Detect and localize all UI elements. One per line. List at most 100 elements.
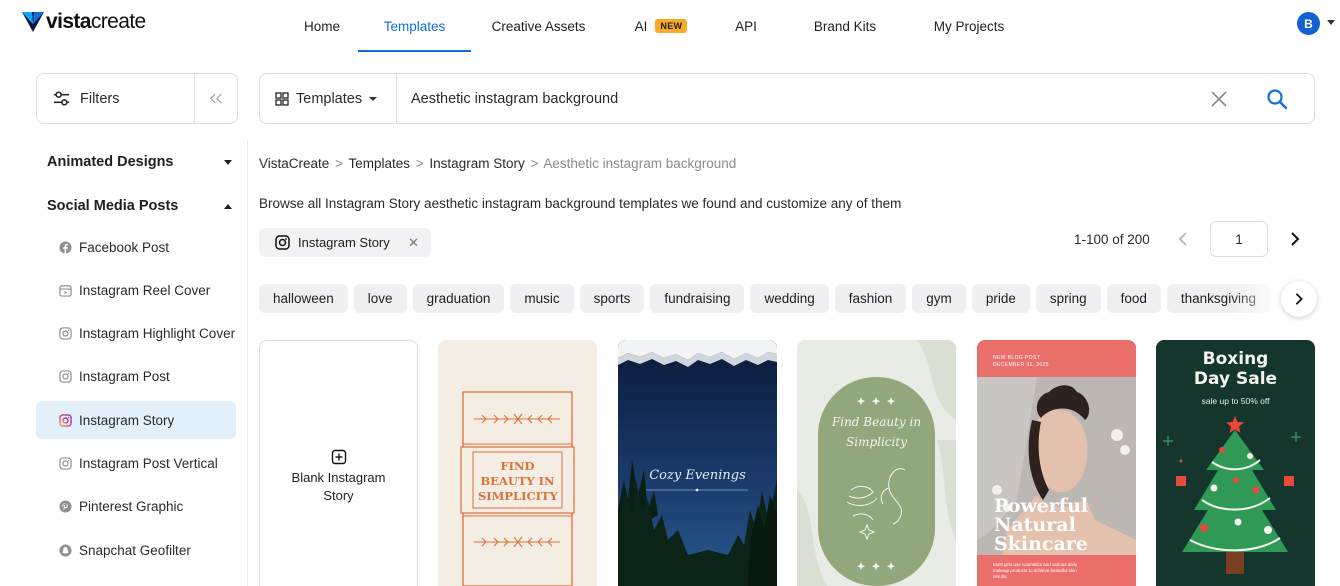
clear-search-icon[interactable] — [1209, 89, 1229, 109]
blank-template-card[interactable]: Blank Instagram Story — [259, 340, 418, 586]
filters-button[interactable]: Filters — [37, 74, 195, 123]
sidebar-item-facebook-post[interactable]: Facebook Post — [36, 228, 236, 266]
user-avatar[interactable]: B — [1297, 12, 1320, 35]
previous-page-icon[interactable] — [1173, 229, 1193, 249]
instagram-icon — [58, 370, 72, 384]
breadcrumb-separator: > — [530, 156, 539, 171]
active-filter-label: Instagram Story — [298, 235, 390, 250]
results-count: 1-100 of 200 — [1074, 232, 1150, 247]
logo-mark-icon — [22, 12, 44, 32]
tag-halloween[interactable]: halloween — [259, 284, 348, 313]
template-thumbnail — [618, 340, 777, 586]
sidebar-item-instagram-highlight-cover[interactable]: Instagram Highlight Cover — [36, 315, 236, 353]
search-type-label: Templates — [296, 90, 363, 107]
template-card[interactable]: Boxing Day Sale sale up to 50% off — [1156, 340, 1315, 586]
tag-fundraising[interactable]: fundraising — [650, 284, 745, 313]
tag-gym[interactable]: gym — [912, 284, 966, 313]
breadcrumb-link-instagram-story[interactable]: Instagram Story — [429, 156, 524, 171]
plus-square-icon — [331, 449, 346, 465]
tag-love[interactable]: love — [353, 284, 407, 313]
search-bar: Templates — [259, 73, 1315, 124]
template-card[interactable]: FIND BEAUTY IN SIMPLICITY — [438, 340, 597, 586]
sidebar-divider — [247, 140, 248, 586]
reel-icon — [58, 283, 72, 297]
scroll-tags-right-button[interactable] — [1281, 281, 1317, 317]
sidebar-item-instagram-post-vertical[interactable]: Instagram Post Vertical — [36, 444, 236, 482]
account-menu-chevron-icon[interactable] — [1327, 20, 1335, 25]
template-text: FIND BEAUTY IN SIMPLICITY — [478, 459, 558, 503]
logo-text: vistacreate — [46, 10, 146, 33]
active-filter-chip: Instagram Story ✕ — [259, 228, 431, 257]
template-card[interactable]: Cozy Evenings — [618, 340, 777, 586]
breadcrumb-separator: > — [335, 156, 343, 171]
search-icon[interactable] — [1265, 87, 1289, 111]
template-card[interactable]: NEW BLOG POST DECEMBER 31, 2025 Powerful… — [977, 340, 1136, 586]
tag-spring[interactable]: spring — [1035, 284, 1101, 313]
nav-templates[interactable]: Templates — [358, 0, 471, 52]
pinterest-icon — [58, 500, 72, 514]
nav-home[interactable]: Home — [286, 0, 358, 52]
tag-fashion[interactable]: fashion — [834, 284, 907, 313]
page-number-input[interactable] — [1210, 221, 1268, 257]
section-social-media-posts[interactable]: Social Media Posts — [36, 184, 246, 228]
template-date: DECEMBER 31, 2025 — [993, 362, 1049, 368]
new-badge: NEW — [655, 19, 688, 33]
next-page-icon[interactable] — [1285, 229, 1305, 249]
vistacreate-logo[interactable]: vistacreate — [22, 10, 146, 34]
nav-ai[interactable]: AI NEW — [606, 0, 716, 52]
breadcrumb-link-templates[interactable]: Templates — [348, 156, 410, 171]
template-kicker: NEW BLOG POST — [993, 355, 1041, 361]
sidebar-item-instagram-reel-cover[interactable]: Instagram Reel Cover — [36, 271, 236, 309]
sidebar-item-instagram-post[interactable]: Instagram Post — [36, 358, 236, 396]
instagram-icon — [275, 235, 290, 250]
collapse-sidebar-button[interactable] — [195, 74, 237, 123]
template-text: Cozy Evenings — [649, 468, 746, 483]
template-card[interactable]: Find Beauty in Simplicity — [797, 340, 956, 586]
sidebar-item-instagram-story[interactable]: Instagram Story — [36, 401, 236, 440]
instagram-color-icon — [58, 413, 72, 427]
double-chevron-left-icon — [209, 93, 222, 104]
top-navigation: vistacreate Home Templates Creative Asse… — [0, 0, 1340, 52]
category-sidebar: Animated Designs Social Media Posts Face… — [36, 140, 246, 574]
tag-graduation[interactable]: graduation — [412, 284, 505, 313]
template-title: Boxing Day Sale — [1193, 349, 1278, 389]
grid-icon — [275, 91, 289, 106]
template-body: Most girls use cosmetics and various dai… — [993, 562, 1078, 579]
instagram-icon — [58, 327, 72, 341]
search-type-dropdown[interactable]: Templates — [260, 74, 397, 123]
template-subtitle: sale up to 50% off — [1201, 396, 1270, 406]
breadcrumb-separator: > — [415, 156, 424, 171]
tag-food[interactable]: food — [1106, 284, 1161, 313]
nav-brand-kits[interactable]: Brand Kits — [776, 0, 914, 52]
tag-wedding[interactable]: wedding — [750, 284, 829, 313]
tag-sports[interactable]: sports — [579, 284, 645, 313]
facebook-icon — [58, 240, 72, 254]
caret-down-icon — [224, 159, 232, 165]
chevron-right-icon — [1295, 293, 1303, 305]
filters-panel-header: Filters — [36, 73, 238, 124]
breadcrumb-link-vistacreate[interactable]: VistaCreate — [259, 156, 329, 171]
nav-api[interactable]: API — [716, 0, 776, 52]
caret-up-icon — [224, 203, 232, 209]
search-input[interactable] — [411, 90, 1171, 107]
template-title: Powerful Natural Skincare — [994, 495, 1089, 555]
nav-creative-assets[interactable]: Creative Assets — [471, 0, 606, 52]
tag-pride[interactable]: pride — [971, 284, 1030, 313]
filters-label: Filters — [80, 90, 120, 107]
breadcrumb: VistaCreate > Templates > Instagram Stor… — [259, 156, 736, 171]
sidebar-item-snapchat-geofilter[interactable]: Snapchat Geofilter — [36, 531, 236, 569]
page-description: Browse all Instagram Story aesthetic ins… — [259, 196, 902, 211]
sliders-icon — [53, 91, 70, 106]
tag-list: halloween love graduation music sports fundra… — [259, 284, 1289, 314]
blank-template-label: Blank Instagram Story — [291, 470, 386, 503]
sidebar-item-pinterest-graphic[interactable]: Pinterest Graphic — [36, 488, 236, 526]
section-animated-designs[interactable]: Animated Designs — [36, 140, 246, 184]
chevron-down-icon — [369, 96, 378, 101]
template-thumbnail — [797, 340, 956, 586]
instagram-icon — [58, 456, 72, 470]
nav-my-projects[interactable]: My Projects — [914, 0, 1024, 52]
remove-filter-icon[interactable]: ✕ — [408, 235, 419, 251]
main-nav: Home Templates Creative Assets AI NEW API… — [286, 0, 1024, 52]
tag-music[interactable]: music — [510, 284, 574, 313]
snapchat-icon — [58, 543, 72, 557]
